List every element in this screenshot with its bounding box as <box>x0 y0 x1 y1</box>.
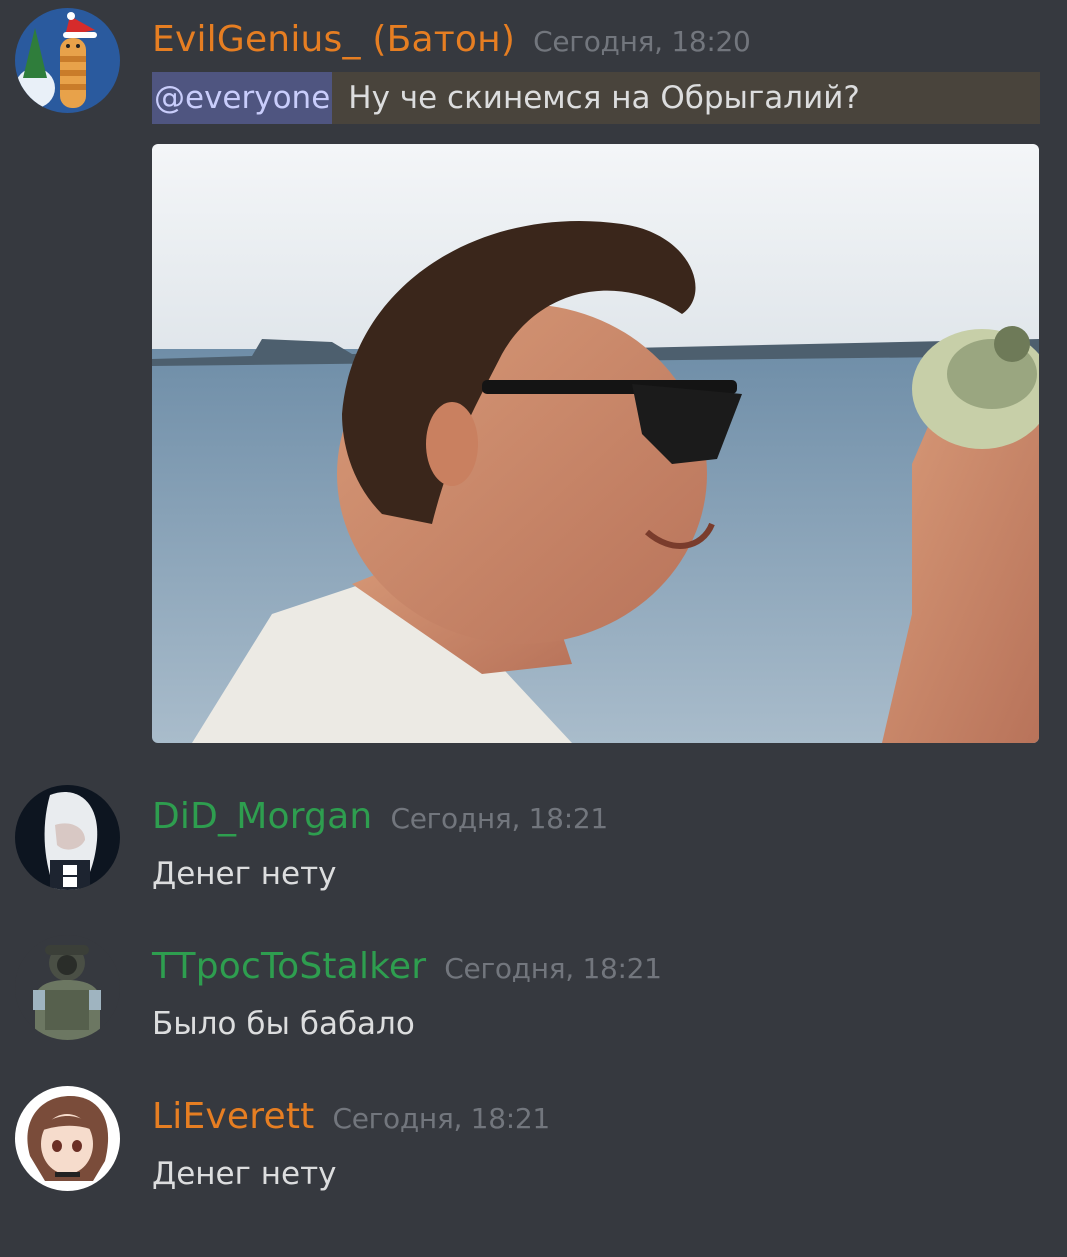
message-header: TTpocToStalker Сегодня, 18:21 <box>152 945 662 989</box>
everyone-mention[interactable]: @everyone <box>152 72 333 124</box>
avatar[interactable] <box>15 935 120 1040</box>
message-header: DiD_Morgan Сегодня, 18:21 <box>152 795 608 839</box>
message-header: EvilGenius_ (Батон) Сегодня, 18:20 <box>152 18 751 62</box>
timestamp: Сегодня, 18:21 <box>390 802 608 835</box>
message-text: Было бы бабало <box>152 1006 415 1042</box>
username[interactable]: LiEverett <box>152 1095 314 1139</box>
message-text: Денег нету <box>152 856 337 892</box>
avatar[interactable] <box>15 1086 120 1191</box>
message-text: Денег нету <box>152 1156 337 1192</box>
username[interactable]: EvilGenius_ (Батон) <box>152 18 515 62</box>
message-header: LiEverett Сегодня, 18:21 <box>152 1095 550 1139</box>
mention-highlight: @everyone Ну че скинемся на Обрыгалий? <box>152 72 1040 124</box>
username[interactable]: TTpocToStalker <box>152 945 426 989</box>
avatar[interactable] <box>15 785 120 890</box>
image-attachment[interactable] <box>152 144 1039 743</box>
message-text: Ну че скинемся на Обрыгалий? <box>348 80 860 116</box>
avatar[interactable] <box>15 8 120 113</box>
username[interactable]: DiD_Morgan <box>152 795 372 839</box>
timestamp: Сегодня, 18:21 <box>444 952 662 985</box>
timestamp: Сегодня, 18:21 <box>332 1102 550 1135</box>
timestamp: Сегодня, 18:20 <box>533 25 751 58</box>
